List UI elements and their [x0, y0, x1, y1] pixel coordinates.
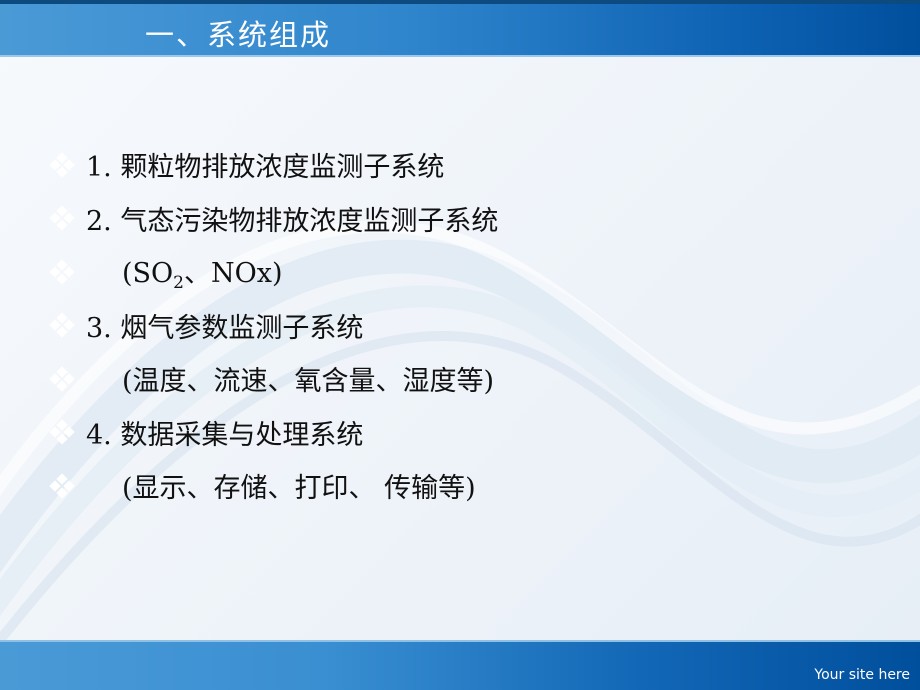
diamond-bullet-icon — [49, 259, 75, 285]
item-text: (SO2、NOx) — [122, 251, 283, 293]
slide-title: 一、系统组成 — [145, 18, 332, 52]
item-text: 3. 烟气参数监测子系统 — [86, 312, 364, 344]
diamond-bullet-icon — [49, 312, 75, 338]
item-text: 4. 数据采集与处理系统 — [86, 419, 364, 451]
slide-header: 一、系统组成 — [0, 0, 920, 57]
item-text: 1. 颗粒物排放浓度监测子系统 — [86, 152, 445, 184]
header-top-line — [0, 0, 920, 4]
item-text: (显示、存储、打印、 传输等) — [122, 473, 476, 505]
diamond-bullet-icon — [49, 205, 75, 231]
footer-divider — [0, 640, 920, 642]
footer-site-text: Your site here — [814, 667, 910, 683]
diamond-bullet-icon — [49, 473, 75, 499]
item-text-suffix: 、NOx) — [184, 257, 283, 289]
item-text: 2. 气态污染物排放浓度监测子系统 — [86, 205, 499, 237]
item-text-prefix: (SO — [122, 257, 174, 289]
subscript: 2 — [173, 272, 184, 293]
diamond-bullet-icon — [49, 419, 75, 445]
item-text: (温度、流速、氧含量、湿度等) — [122, 366, 495, 398]
diamond-bullet-icon — [49, 366, 75, 392]
diamond-bullet-icon — [49, 152, 75, 178]
slide-footer: Your site here — [0, 640, 920, 690]
